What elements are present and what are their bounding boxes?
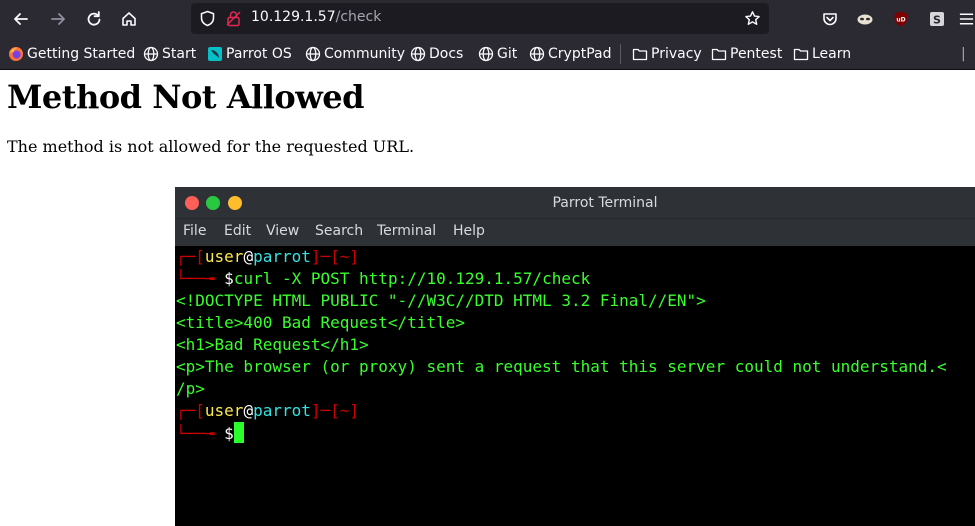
extension-button-2[interactable]: S — [925, 7, 949, 31]
prompt-host: parrot — [253, 401, 311, 420]
browser-toolbar: 10.129.1.57/check uD S — [0, 0, 975, 38]
prompt-host: parrot — [253, 247, 311, 266]
page-message: The method is not allowed for the reques… — [7, 137, 415, 156]
command-text: curl -X POST http://10.129.1.57/check — [233, 269, 591, 288]
globe-icon — [305, 46, 321, 62]
bookmarks-overflow-chevron-icon[interactable]: | — [961, 44, 966, 64]
bookmark-star-icon[interactable] — [744, 10, 761, 27]
bookmark-folder-privacy[interactable]: Privacy — [632, 44, 702, 64]
svg-text:S: S — [933, 14, 941, 27]
url-host: 10.129.1.57 — [251, 9, 336, 25]
prompt-symbol: $ — [224, 424, 234, 443]
output-line: <h1>Bad Request</h1> — [176, 335, 369, 354]
prompt-at: @ — [243, 401, 254, 420]
url-path: /check — [335, 9, 382, 25]
terminal-titlebar[interactable]: Parrot Terminal — [175, 187, 975, 219]
bookmark-label: Docs — [429, 46, 464, 62]
globe-icon — [410, 46, 426, 62]
bookmark-parrot-os[interactable]: Parrot OS — [207, 44, 292, 64]
output-line: <title>400 Bad Request</title> — [176, 313, 465, 332]
output-line: <!DOCTYPE HTML PUBLIC "-//W3C//DTD HTML … — [176, 291, 706, 310]
folder-icon — [793, 48, 809, 61]
output-line: /p> — [176, 379, 205, 398]
pocket-button[interactable] — [818, 7, 842, 31]
pocket-icon — [823, 13, 837, 26]
menu-view[interactable]: View — [266, 223, 299, 239]
back-button[interactable] — [9, 7, 33, 31]
bookmark-start[interactable]: Start — [143, 44, 196, 64]
bookmark-label: Getting Started — [27, 46, 136, 62]
menu-help[interactable]: Help — [453, 223, 485, 239]
menu-file[interactable]: File — [183, 223, 206, 239]
prompt-user: user — [204, 247, 244, 266]
reload-icon — [87, 11, 101, 26]
bookmark-label: Community — [324, 46, 406, 62]
menu-terminal[interactable]: Terminal — [377, 223, 436, 239]
menu-edit[interactable]: Edit — [224, 223, 251, 239]
page-heading: Method Not Allowed — [7, 78, 364, 116]
bookmark-docs[interactable]: Docs — [410, 44, 463, 64]
firefox-icon — [9, 47, 23, 61]
reload-button[interactable] — [82, 7, 106, 31]
prompt-dir: ~ — [339, 401, 350, 420]
bookmark-label: Git — [497, 46, 518, 62]
home-icon — [122, 12, 136, 26]
terminal-window[interactable]: Parrot Terminal File Edit View Search Te… — [175, 187, 975, 526]
prompt-line: ┌─[user@parrot]─[~] — [176, 247, 360, 266]
tracking-protection-shield-icon[interactable] — [199, 10, 216, 27]
bookmark-label: Parrot OS — [226, 46, 292, 62]
terminal-title: Parrot Terminal — [552, 195, 658, 211]
address-bar[interactable]: 10.129.1.57/check — [191, 3, 769, 34]
bookmark-label: CryptPad — [548, 46, 612, 62]
prompt-line: ┌─[user@parrot]─[~] — [176, 401, 360, 420]
arrow-left-icon — [14, 13, 28, 25]
svg-text:uD: uD — [896, 17, 905, 24]
output-line: <p>The browser (or proxy) sent a request… — [176, 357, 947, 376]
bookmark-folder-pentest[interactable]: Pentest — [711, 44, 782, 64]
command-line: └──╼ $curl -X POST http://10.129.1.57/ch… — [176, 269, 591, 288]
forward-button[interactable] — [46, 7, 70, 31]
insecure-lock-icon[interactable] — [225, 10, 242, 27]
extension-button-1[interactable] — [853, 7, 877, 31]
globe-icon — [143, 46, 159, 62]
prompt-dir: ~ — [339, 247, 350, 266]
menu-search[interactable]: Search — [315, 223, 363, 239]
menu-button[interactable] — [958, 7, 975, 31]
bookmark-label: Start — [162, 46, 197, 62]
extension-mask-icon — [857, 14, 873, 25]
terminal-menubar: File Edit View Search Terminal Help — [175, 219, 975, 246]
folder-icon — [632, 48, 648, 61]
home-button[interactable] — [117, 7, 141, 31]
prompt-symbol: $ — [224, 269, 234, 288]
arrow-right-icon — [51, 13, 65, 25]
bookmark-label: Learn — [812, 46, 852, 62]
bookmarks-toolbar: Getting Started Start Parrot OS Communit… — [0, 38, 975, 70]
bookmark-community[interactable]: Community — [305, 44, 405, 64]
url-text[interactable]: 10.129.1.57/check — [251, 9, 381, 25]
prompt-at: @ — [243, 247, 254, 266]
globe-icon — [529, 46, 545, 62]
globe-icon — [478, 46, 494, 62]
hamburger-icon — [959, 13, 974, 25]
parrot-icon — [208, 47, 222, 61]
folder-icon — [711, 48, 727, 61]
bookmark-getting-started[interactable]: Getting Started — [8, 44, 135, 64]
prompt-user: user — [204, 401, 244, 420]
bookmark-label: Pentest — [730, 46, 783, 62]
bookmark-git[interactable]: Git — [478, 44, 517, 64]
bookmark-folder-learn[interactable]: Learn — [793, 44, 851, 64]
bookmark-label: Privacy — [651, 46, 702, 62]
ublock-origin-button[interactable]: uD — [889, 7, 913, 31]
bookmark-cryptpad[interactable]: CryptPad — [529, 44, 611, 64]
terminal-cursor — [233, 422, 244, 443]
extension-s-icon: S — [930, 12, 944, 27]
ublock-shield-icon: uD — [894, 11, 908, 27]
command-line: └──╼ $ — [176, 422, 244, 445]
bookmarks-separator — [620, 44, 621, 64]
terminal-output[interactable]: ┌─[user@parrot]─[~] └──╼ $curl -X POST h… — [175, 246, 975, 526]
